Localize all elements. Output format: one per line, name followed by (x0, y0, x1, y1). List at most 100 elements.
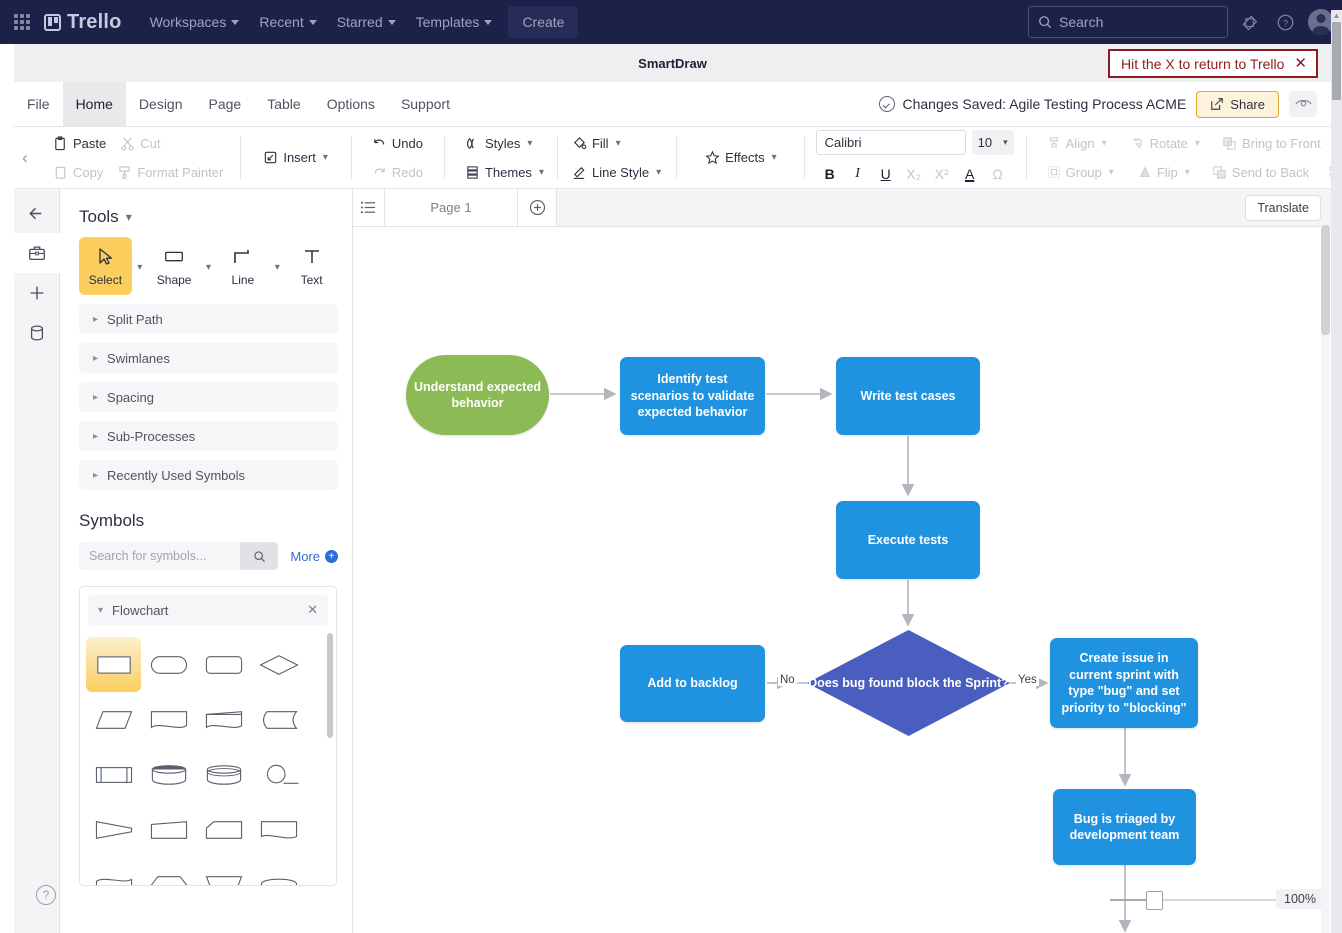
symbol-multi-document[interactable] (196, 692, 251, 747)
superscript-button[interactable]: X² (928, 163, 956, 185)
styles-button[interactable]: Styles ▾ (458, 134, 539, 153)
undo-button[interactable]: Undo (365, 134, 430, 153)
database-icon[interactable] (14, 313, 60, 353)
plus-icon[interactable] (14, 273, 60, 313)
font-name-input[interactable]: Calibri (816, 130, 966, 155)
nav-recent[interactable]: Recent (249, 7, 326, 37)
page-tab-1[interactable]: Page 1 (385, 189, 518, 226)
nav-starred[interactable]: Starred (327, 7, 406, 37)
close-icon[interactable]: ✕ (1294, 56, 1307, 71)
tool-shape-chevron-down-icon[interactable]: ▾ (200, 237, 216, 295)
help-circle-icon[interactable]: ? (1270, 7, 1300, 37)
themes-button[interactable]: Themes ▾ (458, 163, 551, 182)
symbol-bowtie[interactable] (86, 802, 141, 857)
symbol-inverted-trapezoid[interactable] (196, 857, 251, 886)
menu-page[interactable]: Page (196, 82, 255, 126)
font-color-button[interactable]: A (956, 163, 984, 185)
symbol-trapezoid[interactable] (141, 802, 196, 857)
font-size-select[interactable]: 10 ▾ (972, 130, 1014, 155)
add-page-button[interactable] (518, 189, 557, 226)
ribbon-scroll-left-button[interactable]: ‹ (14, 127, 36, 188)
node-does-bug-block-sprint[interactable]: Does bug found block the Sprint? (807, 630, 1010, 736)
node-write-test-cases[interactable]: Write test cases (836, 357, 980, 435)
symbol-direct-data[interactable] (141, 747, 196, 802)
accordion-sub-processes[interactable]: ▸ Sub-Processes (79, 421, 338, 451)
zoom-slider-thumb[interactable] (1146, 891, 1163, 910)
page-scrollbar-track[interactable]: ▲ (1331, 10, 1342, 933)
node-create-issue-in-current-sprint[interactable]: Create issue in current sprint with type… (1050, 638, 1198, 728)
symbols-scrollbar[interactable] (327, 633, 333, 738)
tool-select-chevron-down-icon[interactable]: ▾ (132, 237, 148, 295)
help-circle-icon[interactable]: ? (36, 885, 56, 905)
symbol-button[interactable]: Ω (984, 163, 1012, 185)
trello-logo[interactable]: Trello (44, 11, 122, 34)
menu-options[interactable]: Options (314, 82, 388, 126)
node-understand-expected-behavior[interactable]: Understand expected behavior (406, 355, 549, 435)
symbol-decision[interactable] (251, 637, 306, 692)
symbol-document[interactable] (141, 692, 196, 747)
symbol-cut-corner[interactable] (196, 802, 251, 857)
translate-button[interactable]: Translate (1245, 195, 1321, 221)
symbol-database[interactable] (196, 747, 251, 802)
create-button[interactable]: Create (508, 6, 578, 38)
nav-workspaces[interactable]: Workspaces (140, 7, 250, 37)
tool-shape[interactable]: Shape (148, 237, 201, 295)
page-scrollbar-thumb[interactable] (1332, 22, 1341, 100)
symbol-hexagon[interactable] (141, 857, 196, 886)
canvas-scrollbar-thumb[interactable] (1321, 225, 1330, 335)
line-style-button[interactable]: Line Style ▾ (565, 163, 668, 182)
search-input[interactable]: Search (1028, 6, 1228, 38)
flip-button[interactable]: Flip ▾ (1131, 163, 1197, 182)
share-button[interactable]: Share (1196, 91, 1279, 118)
symbol-rounded-top[interactable] (251, 857, 306, 886)
menu-table[interactable]: Table (254, 82, 313, 126)
menu-file[interactable]: File (14, 82, 63, 126)
node-bug-is-triaged[interactable]: Bug is triaged by development team (1053, 789, 1196, 865)
menu-home[interactable]: Home (63, 82, 126, 126)
apps-grid-icon[interactable] (10, 10, 34, 34)
tool-line-chevron-down-icon[interactable]: ▾ (269, 237, 285, 295)
preview-eye-button[interactable] (1289, 91, 1317, 117)
copy-button[interactable]: Copy (46, 163, 110, 182)
italic-button[interactable]: I (844, 163, 872, 185)
symbols-search-button[interactable] (240, 542, 278, 570)
rotate-button[interactable]: Rotate ▾ (1124, 134, 1207, 153)
paste-button[interactable]: Paste (46, 134, 113, 153)
symbol-stored-data[interactable] (251, 692, 306, 747)
diagram-canvas[interactable]: Understand expected behavior Identify te… (353, 227, 1331, 933)
symbols-search-input[interactable]: Search for symbols... (79, 542, 240, 570)
bring-to-front-button[interactable]: Bring to Front (1215, 134, 1328, 153)
close-icon[interactable]: ✕ (307, 602, 318, 618)
menu-support[interactable]: Support (388, 82, 463, 126)
menu-design[interactable]: Design (126, 82, 196, 126)
symbol-wave-bottom[interactable] (251, 802, 306, 857)
back-arrow-icon[interactable] (14, 193, 60, 233)
accordion-spacing[interactable]: ▸ Spacing (79, 382, 338, 412)
tool-line[interactable]: Line (217, 237, 270, 295)
page-list-icon[interactable] (353, 189, 385, 226)
symbols-more-link[interactable]: More + (290, 549, 338, 564)
tool-select[interactable]: Select (79, 237, 132, 295)
redo-button[interactable]: Redo (365, 163, 430, 182)
format-painter-button[interactable]: Format Painter (110, 163, 230, 182)
bold-button[interactable]: B (816, 163, 844, 185)
node-add-to-backlog[interactable]: Add to backlog (620, 645, 765, 722)
accordion-split-path[interactable]: ▸ Split Path (79, 304, 338, 334)
accordion-swimlanes[interactable]: ▸ Swimlanes (79, 343, 338, 373)
tool-text[interactable]: Text (285, 237, 338, 295)
nav-templates[interactable]: Templates (406, 7, 503, 37)
symbol-terminator[interactable] (141, 637, 196, 692)
symbol-parallelogram[interactable] (86, 692, 141, 747)
underline-button[interactable]: U (872, 163, 900, 185)
symbol-rounded-rect[interactable] (196, 637, 251, 692)
accordion-recently-used-symbols[interactable]: ▸ Recently Used Symbols (79, 460, 338, 490)
symbol-connector-circle[interactable] (251, 747, 306, 802)
node-identify-test-scenarios[interactable]: Identify test scenarios to validate expe… (620, 357, 765, 435)
scroll-up-arrow-icon[interactable]: ▲ (1332, 11, 1341, 21)
insert-button[interactable]: Insert ▾ (256, 148, 335, 167)
subscript-button[interactable]: X₂ (900, 163, 928, 185)
notifications-bell-icon[interactable] (1234, 7, 1264, 37)
tools-panel-title[interactable]: Tools ▾ (79, 207, 338, 227)
symbols-library-header[interactable]: ▾ Flowchart ✕ (88, 595, 328, 625)
node-execute-tests[interactable]: Execute tests (836, 501, 980, 579)
